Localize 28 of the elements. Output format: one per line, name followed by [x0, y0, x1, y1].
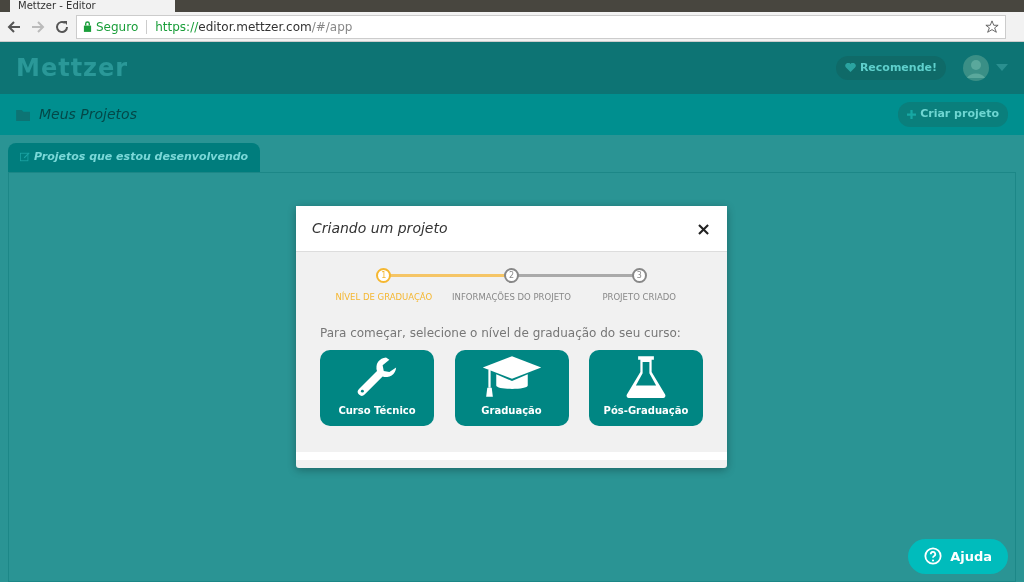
- prompt-text: Para começar, selecione o nível de graduação do seu curso:: [320, 324, 682, 342]
- tab-title: Mettzer - Editor: [18, 0, 96, 12]
- page-title: Meus Projetos: [39, 105, 137, 124]
- step-label: INFORMAÇÕES DO PROJETO: [452, 291, 571, 304]
- project-tab[interactable]: Projetos que estou desenvolvendo: [8, 143, 261, 172]
- step-number: 1: [376, 268, 392, 283]
- plus-icon: [907, 110, 917, 119]
- level-option-button[interactable]: Curso Técnico: [320, 349, 434, 426]
- lock-icon: [83, 21, 92, 32]
- step-label: PROJETO CRIADO: [602, 291, 676, 304]
- help-button[interactable]: Ajuda: [908, 538, 1008, 574]
- step-label: NÍVEL DE GRADUAÇÃO: [335, 291, 433, 304]
- star-icon[interactable]: [985, 19, 999, 34]
- modal-title: Criando um projeto: [312, 219, 448, 238]
- level-option-button[interactable]: Graduação: [454, 349, 569, 426]
- question-icon: [924, 547, 943, 566]
- level-option-button[interactable]: Pós-Graduação: [589, 349, 703, 426]
- create-project-button[interactable]: Criar projeto: [898, 102, 1008, 127]
- close-button[interactable]: ×: [695, 215, 711, 242]
- edit-icon: [20, 152, 30, 163]
- url-text: https://editor.mettzer.com/#/app: [155, 18, 353, 36]
- recommend-button[interactable]: Recomende!: [835, 55, 946, 81]
- heart-icon: [844, 63, 856, 73]
- step-number: 3: [631, 268, 647, 283]
- folder-icon: [16, 108, 31, 121]
- address-bar[interactable]: Seguro https://editor.mettzer.com/#/app: [76, 14, 1006, 39]
- security-label: Seguro: [96, 18, 139, 36]
- step-number: 2: [504, 268, 519, 283]
